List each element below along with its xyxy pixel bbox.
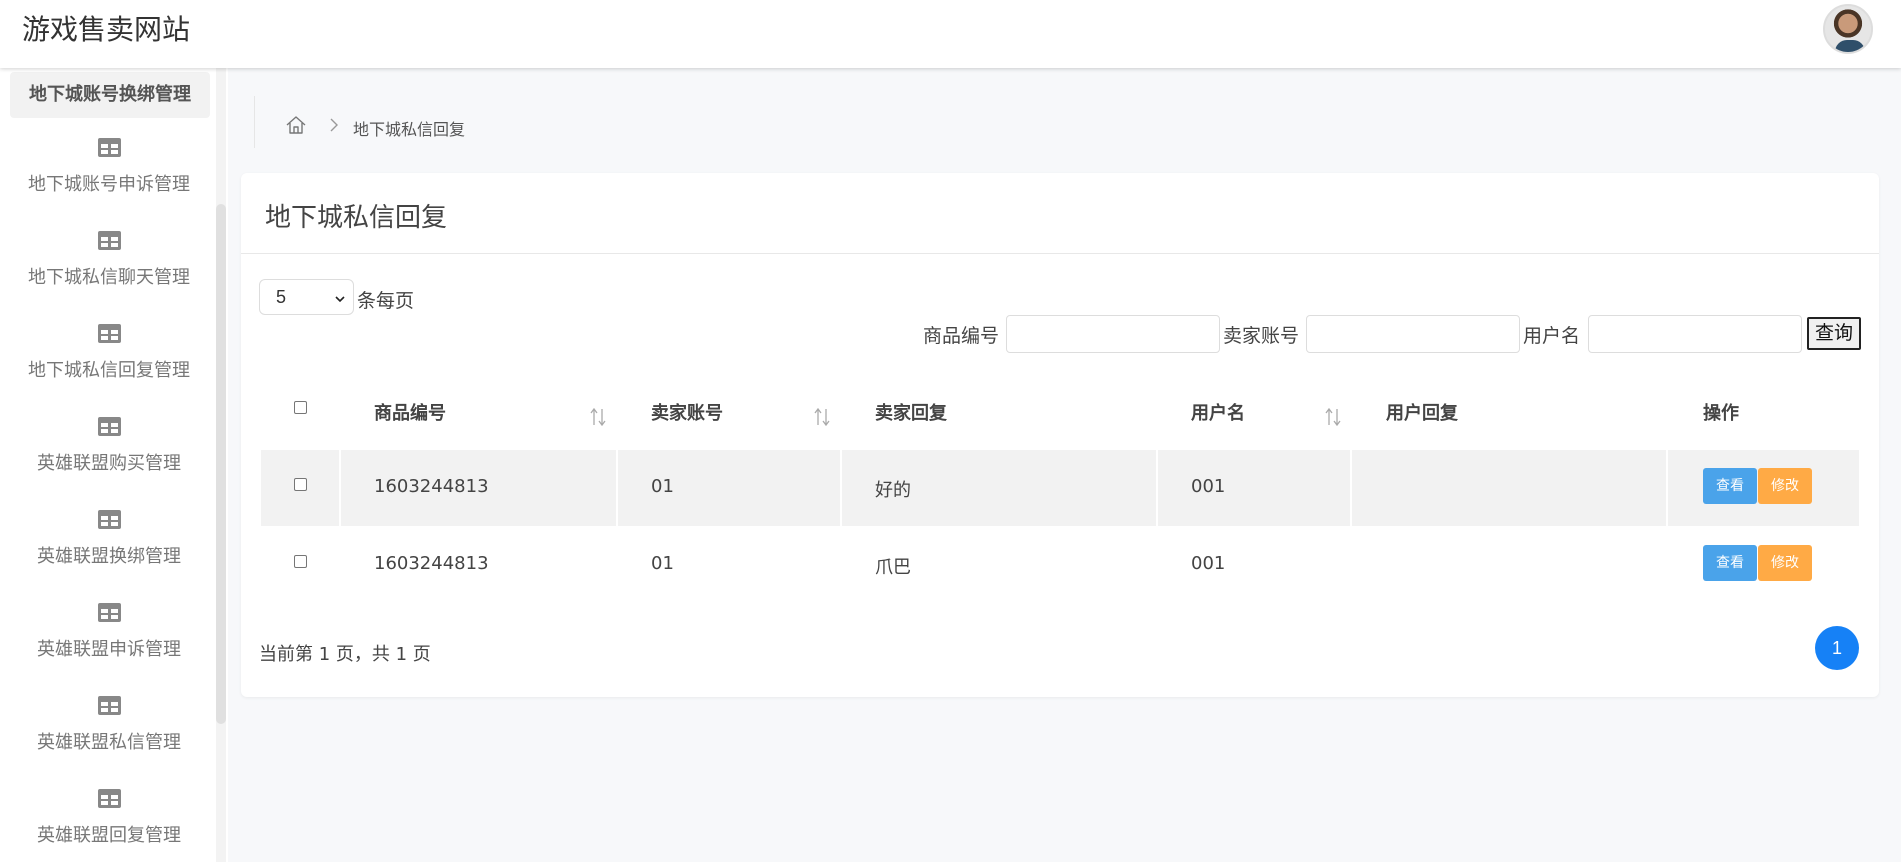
sidebar-item-lol-reply[interactable]: 英雄联盟回复管理	[0, 789, 218, 862]
sidebar-item-label: 地下城账号申诉管理	[28, 174, 190, 195]
search-label-seller-account: 卖家账号	[1223, 325, 1300, 347]
app-title: 游戏售卖网站	[22, 13, 191, 46]
cell-product-no: 1603244813	[374, 476, 489, 497]
page-button-current[interactable]: 1	[1815, 626, 1859, 670]
sort-icon[interactable]	[813, 407, 831, 427]
cell-product-no: 1603244813	[374, 553, 489, 574]
column-header-username[interactable]: 用户名	[1191, 399, 1245, 425]
sidebar-item-dungeon-reply[interactable]: 地下城私信回复管理	[0, 324, 218, 416]
page-size-select[interactable]: 5	[259, 279, 354, 315]
search-input-username[interactable]	[1588, 315, 1802, 353]
cell-seller-reply: 好的	[875, 480, 911, 501]
user-avatar[interactable]	[1823, 4, 1873, 54]
sidebar-item-label: 英雄联盟回复管理	[37, 825, 181, 846]
sidebar-item-label: 英雄联盟私信管理	[37, 732, 181, 753]
table-row: 1603244813 01 爪巴 001 查看 修改	[261, 527, 1859, 603]
sidebar-item-active[interactable]: 地下城账号换绑管理	[10, 72, 210, 118]
query-button[interactable]: 查询	[1807, 317, 1861, 350]
table-icon	[98, 603, 121, 622]
table-icon	[98, 138, 121, 157]
page-size-value: 5	[276, 287, 287, 307]
search-input-seller-account[interactable]	[1306, 315, 1520, 353]
pagination-info: 当前第 1 页，共 1 页	[259, 644, 431, 665]
column-header-user-reply: 用户回复	[1386, 403, 1458, 424]
table-icon	[98, 324, 121, 343]
table-icon	[98, 789, 121, 808]
table-icon	[98, 696, 121, 715]
table-icon	[98, 417, 121, 436]
select-all-checkbox[interactable]	[294, 401, 307, 414]
sidebar-item-label: 地下城私信回复管理	[28, 360, 190, 381]
cell-seller-reply: 爪巴	[875, 557, 911, 578]
sidebar: 地下城账号换绑管理 地下城账号申诉管理 地下城私信聊天管理 地下城私信回复管理 …	[0, 68, 228, 862]
edit-button[interactable]: 修改	[1758, 468, 1812, 504]
sidebar-item-lol-message[interactable]: 英雄联盟私信管理	[0, 696, 218, 788]
sidebar-item-dungeon-chat[interactable]: 地下城私信聊天管理	[0, 231, 218, 323]
row-checkbox[interactable]	[294, 555, 307, 568]
breadcrumb-current: 地下城私信回复	[353, 120, 466, 139]
edit-button[interactable]: 修改	[1758, 545, 1812, 581]
sort-icon[interactable]	[1324, 407, 1342, 427]
page-size-label: 条每页	[357, 290, 415, 312]
sidebar-item-lol-purchase[interactable]: 英雄联盟购买管理	[0, 417, 218, 509]
content-card: 地下城私信回复 5 条每页 商品编号 卖家账号 用户名 查询 商品编号 卖家账号…	[241, 173, 1879, 697]
view-button[interactable]: 查看	[1703, 545, 1757, 581]
sidebar-item-label: 英雄联盟购买管理	[37, 453, 181, 474]
sidebar-item-lol-appeal[interactable]: 英雄联盟申诉管理	[0, 603, 218, 695]
sidebar-item-label: 地下城私信聊天管理	[28, 267, 190, 288]
page-title: 地下城私信回复	[265, 203, 448, 233]
table-icon	[98, 231, 121, 250]
sidebar-item-dungeon-appeal[interactable]: 地下城账号申诉管理	[0, 138, 218, 230]
cell-seller-account: 01	[651, 476, 674, 497]
column-header-actions: 操作	[1703, 403, 1739, 424]
column-header-product-no[interactable]: 商品编号	[374, 399, 446, 425]
search-label-username: 用户名	[1523, 325, 1581, 347]
cell-seller-account: 01	[651, 553, 674, 574]
sidebar-item-lol-rebind[interactable]: 英雄联盟换绑管理	[0, 510, 218, 602]
sort-icon[interactable]	[589, 407, 607, 427]
chevron-right-icon	[330, 118, 338, 132]
divider	[241, 253, 1879, 254]
table-row: 1603244813 01 好的 001 查看 修改	[261, 450, 1859, 526]
search-input-product-no[interactable]	[1006, 315, 1220, 353]
table-icon	[98, 510, 121, 529]
cell-username: 001	[1191, 553, 1226, 574]
sidebar-item-label: 英雄联盟申诉管理	[37, 639, 181, 660]
top-bar: 游戏售卖网站	[0, 0, 1901, 68]
search-label-product-no: 商品编号	[923, 325, 1000, 347]
sidebar-item-label: 英雄联盟换绑管理	[37, 546, 181, 567]
home-icon[interactable]	[285, 114, 307, 136]
cell-username: 001	[1191, 476, 1226, 497]
breadcrumb: 地下城私信回复	[254, 96, 465, 148]
column-header-seller-account[interactable]: 卖家账号	[651, 399, 723, 425]
view-button[interactable]: 查看	[1703, 468, 1757, 504]
column-header-seller-reply: 卖家回复	[875, 403, 947, 424]
row-checkbox[interactable]	[294, 478, 307, 491]
chevron-down-icon	[335, 296, 345, 303]
